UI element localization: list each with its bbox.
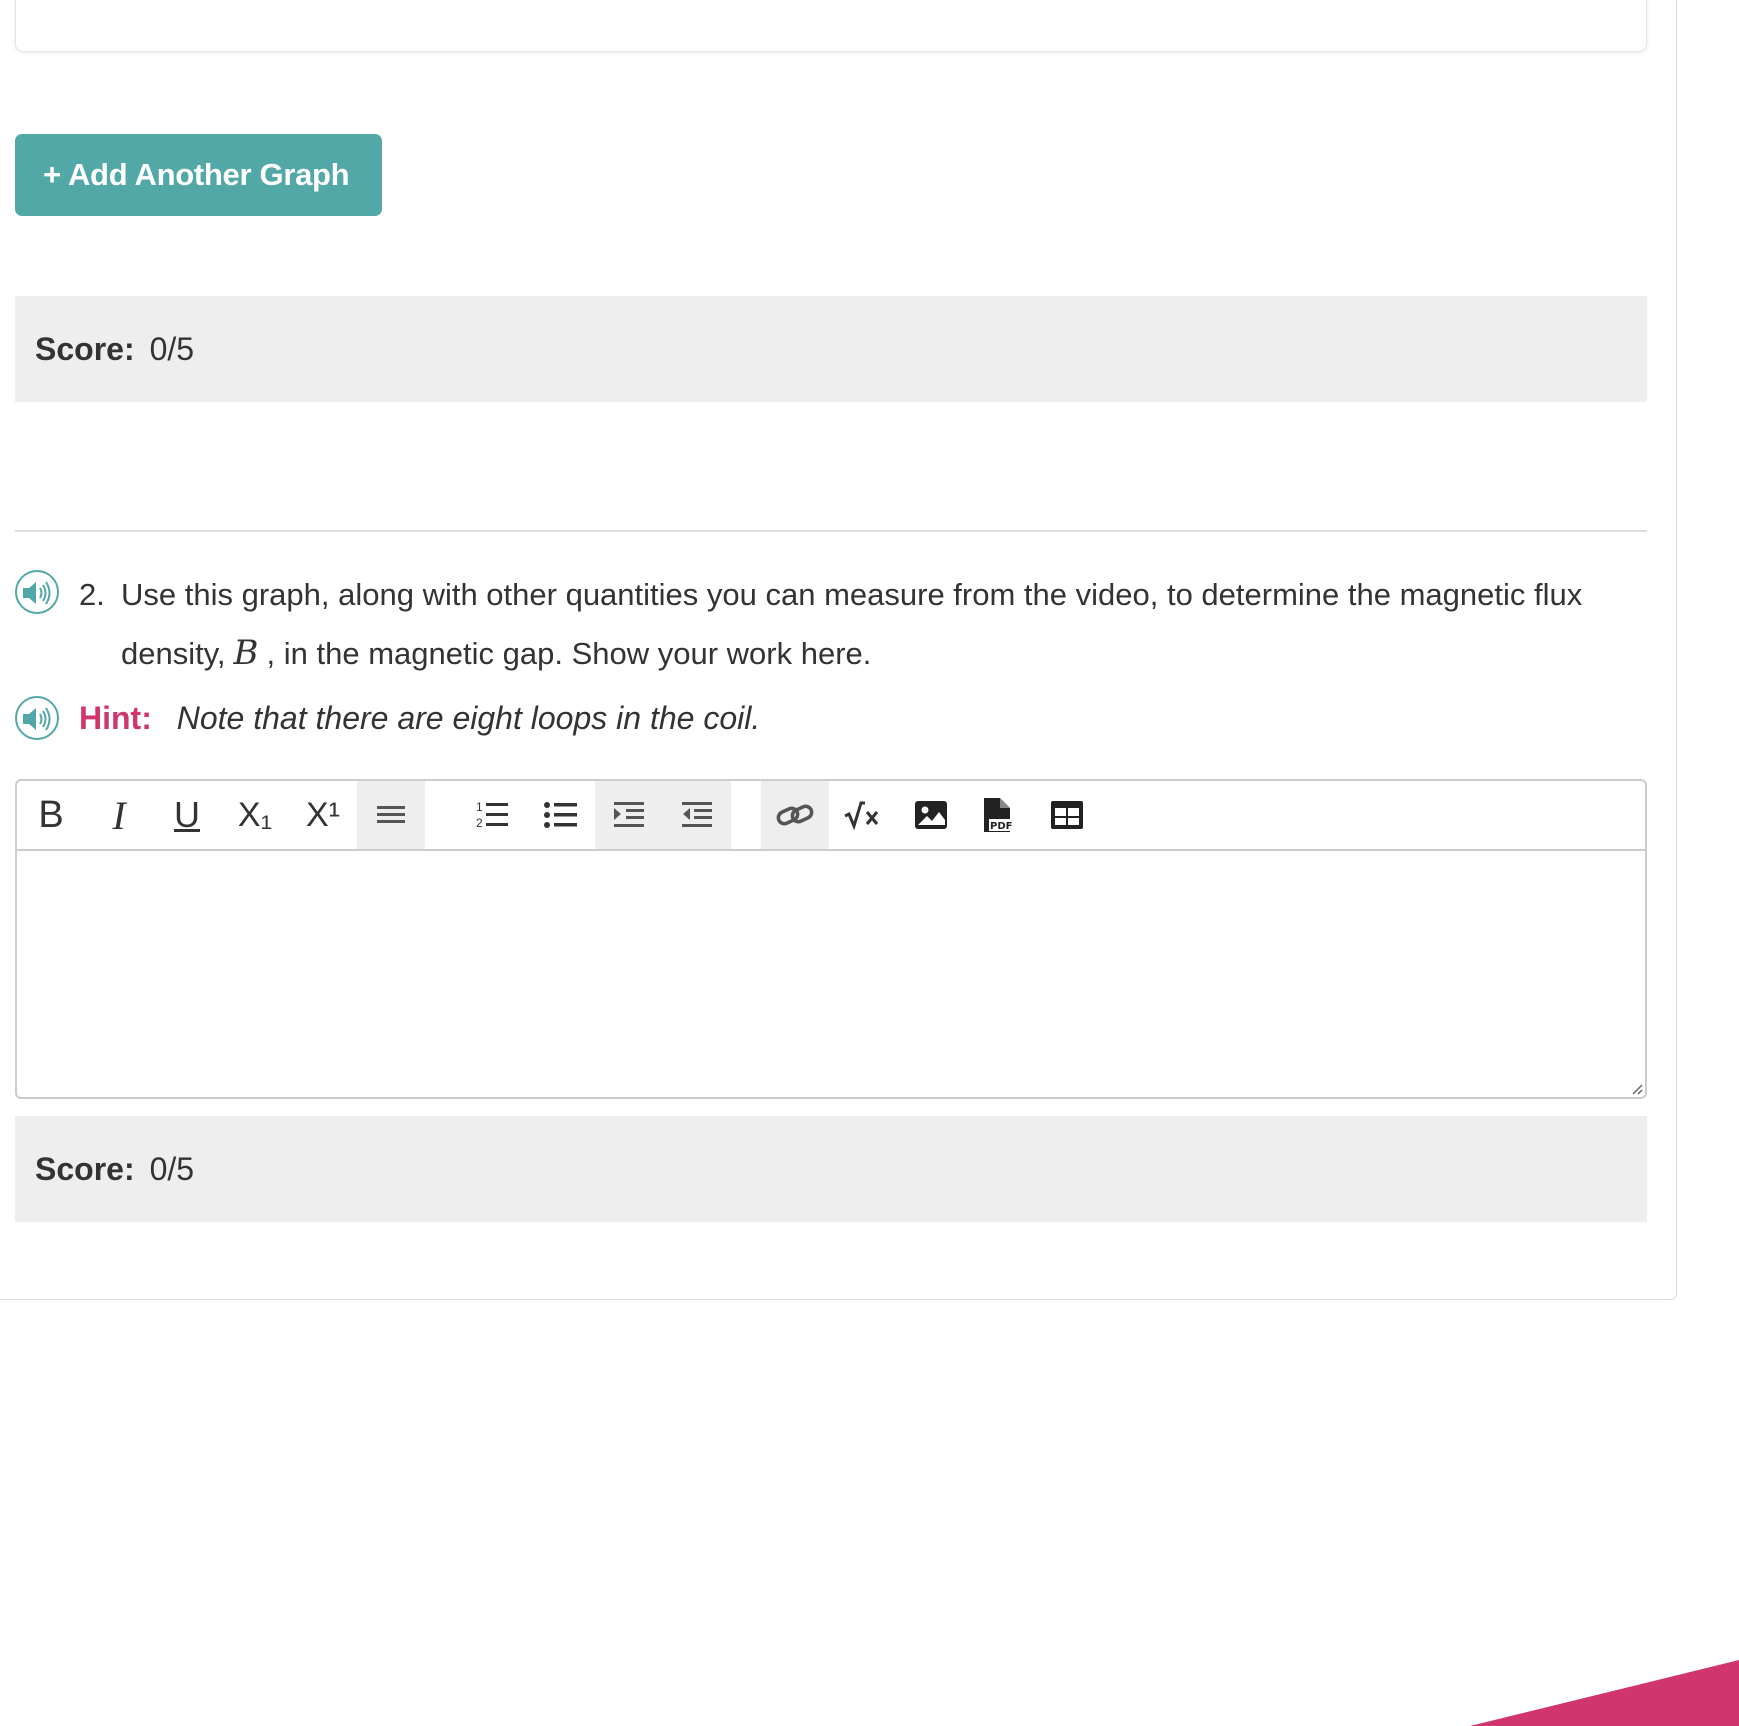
numbered-list-button[interactable]: 1 2 (459, 781, 527, 849)
section-divider (15, 530, 1647, 532)
equation-button[interactable] (829, 781, 897, 849)
indent-button[interactable] (595, 781, 663, 849)
table-icon (1051, 801, 1083, 829)
hint: Hint: Note that there are eight loops in… (79, 694, 760, 742)
insert-pdf-button[interactable]: PDF (965, 781, 1033, 849)
score-value: 0/5 (149, 330, 195, 367)
italic-icon: I (112, 792, 126, 838)
bulleted-list-button[interactable] (527, 781, 595, 849)
resize-handle-icon[interactable] (1629, 1081, 1643, 1095)
question-text-after: , in the magnetic gap. Show your work he… (266, 636, 872, 671)
editor-toolbar: B I U X₁ X¹ 1 2 PDF (17, 781, 1645, 851)
hint-label: Hint: (79, 700, 152, 736)
speaker-icon[interactable] (15, 570, 59, 614)
insert-image-button[interactable] (897, 781, 965, 849)
bold-button[interactable]: B (17, 781, 85, 849)
bold-icon: B (38, 793, 64, 836)
rich-text-editor: B I U X₁ X¹ 1 2 PDF (15, 779, 1647, 1099)
hint-text: Note that there are eight loops in the c… (176, 700, 761, 736)
italic-button[interactable]: I (85, 781, 153, 849)
question-2: 2. Use this graph, along with other quan… (79, 566, 1639, 683)
score-value: 0/5 (149, 1150, 195, 1187)
pdf-icon: PDF (984, 798, 1015, 832)
link-icon (776, 804, 814, 826)
score-label: Score: (35, 1150, 135, 1187)
speaker-icon[interactable] (15, 696, 59, 740)
score-bar: Score: 0/5 (15, 1116, 1647, 1222)
score-label: Score: (35, 330, 135, 367)
bulleted-list-icon (544, 802, 577, 828)
align-button[interactable] (357, 781, 425, 849)
indent-icon (614, 802, 644, 827)
superscript-icon: X¹ (306, 795, 340, 834)
superscript-button[interactable]: X¹ (289, 781, 357, 849)
subscript-button[interactable]: X₁ (221, 781, 289, 849)
graph-card (15, 0, 1647, 52)
decorative-corner-shape (1470, 1660, 1739, 1726)
insert-table-button[interactable] (1033, 781, 1101, 849)
numbered-list-icon: 1 2 (476, 800, 508, 830)
add-another-graph-button[interactable]: + Add Another Graph (15, 134, 382, 216)
outdent-button[interactable] (663, 781, 731, 849)
link-button[interactable] (761, 781, 829, 849)
subscript-icon: X₁ (237, 795, 273, 834)
svg-text:2: 2 (476, 816, 483, 830)
outdent-icon (682, 802, 712, 827)
svg-text:PDF: PDF (990, 821, 1012, 832)
underline-icon: U (174, 794, 200, 835)
variable-b: B (233, 633, 259, 673)
score-bar: Score: 0/5 (15, 296, 1647, 402)
square-root-icon (844, 801, 879, 830)
question-text: Use this graph, along with other quantit… (121, 566, 1639, 683)
image-icon (915, 801, 947, 829)
underline-button[interactable]: U (153, 781, 221, 849)
answer-text-area[interactable] (17, 851, 1645, 1097)
question-number: 2. (79, 577, 105, 612)
svg-text:1: 1 (476, 800, 483, 814)
align-justify-icon (377, 806, 405, 823)
